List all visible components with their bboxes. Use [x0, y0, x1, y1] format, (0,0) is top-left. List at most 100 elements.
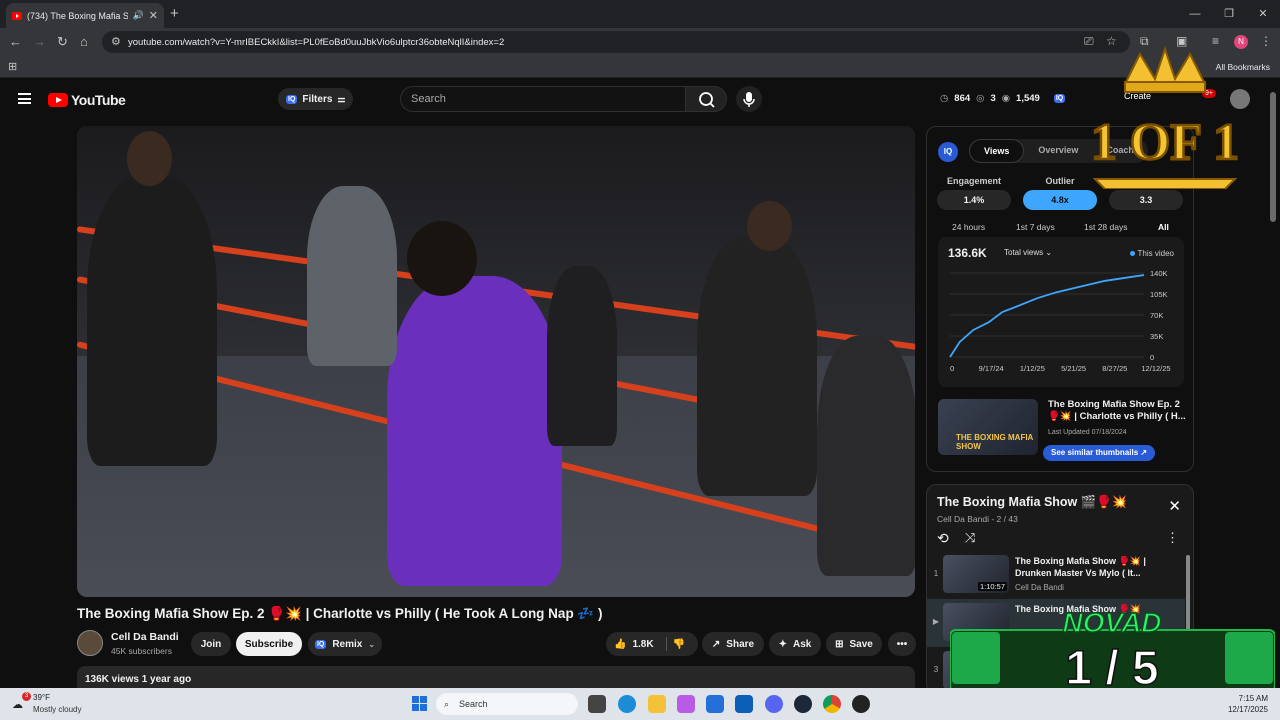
more-icon: •••: [896, 638, 908, 650]
hamburger-menu-icon[interactable]: [18, 93, 31, 104]
video-player[interactable]: [77, 126, 915, 597]
share-button[interactable]: ↗ Share: [702, 632, 764, 656]
search-button[interactable]: [685, 86, 727, 112]
playlist-item-title: The Boxing Mafia Show 🥊💥 | Drunken Maste…: [1015, 556, 1146, 578]
youtube-favicon-icon: [12, 11, 22, 20]
range-7d[interactable]: 1st 7 days: [1016, 222, 1055, 232]
x-tick-label: 5/21/25: [1061, 364, 1086, 373]
save-label: Save: [849, 638, 873, 650]
y-tick-label: 35K: [1150, 332, 1163, 341]
dislike-icon[interactable]: 👎: [673, 639, 685, 650]
chart-legend: This video: [1129, 249, 1174, 258]
total-views-select[interactable]: Total views ⌄: [1004, 248, 1052, 257]
weather-temperature[interactable]: 39°F: [33, 693, 50, 702]
taskbar-clock[interactable]: 7:15 AM 12/17/2025: [1228, 693, 1268, 715]
video-boxer-purple: [387, 276, 562, 586]
like-icon[interactable]: 👍: [614, 639, 626, 650]
menu-kebab-icon[interactable]: ⋮: [1260, 34, 1272, 48]
channel-avatar[interactable]: [77, 630, 103, 656]
tab-views[interactable]: Views: [969, 139, 1025, 163]
iq-icon: IQ: [286, 94, 298, 104]
see-similar-button[interactable]: See similar thumbnails ↗: [1043, 445, 1156, 461]
playlist-item[interactable]: 1 1:10:57 The Boxing Mafia Show 🥊💥 | Dru…: [927, 551, 1185, 599]
range-all[interactable]: All: [1158, 222, 1169, 232]
browser-tab[interactable]: (734) The Boxing Mafia Show 🔊 ✕: [6, 3, 164, 28]
start-tile: [420, 704, 427, 711]
home-icon[interactable]: ⌂: [80, 34, 88, 49]
task-view-icon[interactable]: [588, 695, 606, 713]
shuffle-icon[interactable]: ⤨: [965, 530, 975, 546]
close-icon[interactable]: ✕: [1168, 497, 1181, 515]
back-icon[interactable]: ←: [9, 34, 22, 49]
share-icon: ↗: [711, 638, 721, 650]
store-icon[interactable]: [706, 695, 724, 713]
close-window-icon[interactable]: ✕: [1246, 0, 1280, 28]
remix-button[interactable]: IQ Remix ⌄: [308, 632, 382, 656]
taskbar-search[interactable]: ⌕ Search: [436, 693, 578, 715]
sparkle-icon: ✦: [778, 638, 788, 650]
range-28d[interactable]: 1st 28 days: [1084, 222, 1127, 232]
clock-icon: ◷: [940, 93, 949, 104]
close-tab-icon[interactable]: ✕: [149, 9, 158, 22]
site-info-icon[interactable]: ⚙: [111, 35, 121, 48]
outlook-icon[interactable]: [735, 695, 753, 713]
weather-icon[interactable]: ☁: [12, 698, 23, 711]
video-boxer: [547, 266, 617, 446]
reload-icon[interactable]: ↻: [57, 34, 68, 50]
chrome-icon[interactable]: [823, 695, 841, 713]
y-tick-label: 105K: [1150, 290, 1168, 299]
loop-icon[interactable]: ⟲: [937, 530, 949, 547]
steam-icon[interactable]: [794, 695, 812, 713]
ask-button[interactable]: ✦ Ask: [769, 632, 821, 656]
playlist-item-number: 3: [933, 665, 939, 674]
channel-name[interactable]: Cell Da Bandi: [111, 631, 179, 643]
save-button[interactable]: ⊞ Save: [826, 632, 882, 656]
metric-label-engagement: Engagement: [946, 176, 1001, 186]
crown-overlay: 1 OF 1: [1090, 45, 1240, 189]
views-line-chart: 140K 105K 70K 35K 0 0 9/17/24 1/12/25 5/21/25 8/2…: [949, 269, 1171, 373]
taskbar-search-label: Search: [459, 699, 488, 709]
legend-label: This video: [1137, 249, 1174, 258]
iq-header-icon[interactable]: IQ: [1053, 94, 1066, 103]
iq-logo-icon: IQ: [938, 142, 958, 162]
tab-overview[interactable]: Overview: [1024, 139, 1092, 163]
like-count[interactable]: 1.8K: [632, 639, 653, 650]
search-input[interactable]: Search: [400, 86, 685, 112]
related-thumbnail[interactable]: THE BOXING MAFIA SHOW: [938, 399, 1038, 455]
voice-search-button[interactable]: [736, 86, 762, 112]
join-button[interactable]: Join: [191, 632, 231, 656]
video-head: [747, 201, 792, 251]
video-person: [817, 336, 915, 576]
y-tick-label: 70K: [1150, 311, 1163, 320]
header-stats: ◷ 864 ◎ 3 ◉ 1,549 IQ: [940, 93, 1066, 104]
page-scrollbar[interactable]: [1270, 92, 1276, 222]
new-tab-icon[interactable]: +: [170, 5, 179, 22]
audio-icon[interactable]: 🔊: [133, 10, 144, 21]
more-actions-button[interactable]: •••: [888, 632, 916, 656]
start-tile: [420, 696, 427, 703]
filters-button[interactable]: IQ Filters ⚌: [278, 88, 354, 110]
file-explorer-icon[interactable]: [648, 695, 666, 713]
forward-icon[interactable]: →: [33, 34, 46, 49]
range-24h[interactable]: 24 hours: [952, 222, 985, 232]
playlist-title[interactable]: The Boxing Mafia Show 🎬🥊💥: [937, 495, 1127, 510]
more-vert-icon[interactable]: ⋮: [1166, 530, 1179, 546]
discord-icon[interactable]: [765, 695, 783, 713]
metric-value-outlier: 4.8x: [1023, 190, 1097, 210]
windows-taskbar: 3 ☁ 39°F Mostly cloudy ⌕ Search 7:15 AM …: [0, 688, 1280, 720]
copilot-icon[interactable]: [677, 695, 695, 713]
edge-icon[interactable]: [618, 695, 636, 713]
like-dislike-group: 👍 1.8K 👎: [606, 632, 698, 656]
metric-value-engagement: 1.4%: [937, 190, 1011, 210]
weather-description[interactable]: Mostly cloudy: [33, 705, 81, 714]
total-views-select-label: Total views: [1004, 248, 1044, 257]
related-title[interactable]: The Boxing Mafia Show Ep. 2 🥊💥 | Charlot…: [1048, 399, 1188, 422]
youtube-logo[interactable]: YouTube: [48, 92, 126, 108]
minimize-icon[interactable]: —: [1178, 0, 1212, 28]
obs-icon[interactable]: [852, 695, 870, 713]
url-field[interactable]: ⚙ youtube.com/watch?v=Y-mrIBECkkI&list=P…: [102, 31, 1130, 53]
restore-icon[interactable]: ❐: [1212, 0, 1246, 28]
windows-start-icon[interactable]: [412, 696, 428, 712]
subscribe-button[interactable]: Subscribe: [236, 632, 302, 656]
apps-grid-icon[interactable]: ⊞: [8, 60, 17, 73]
